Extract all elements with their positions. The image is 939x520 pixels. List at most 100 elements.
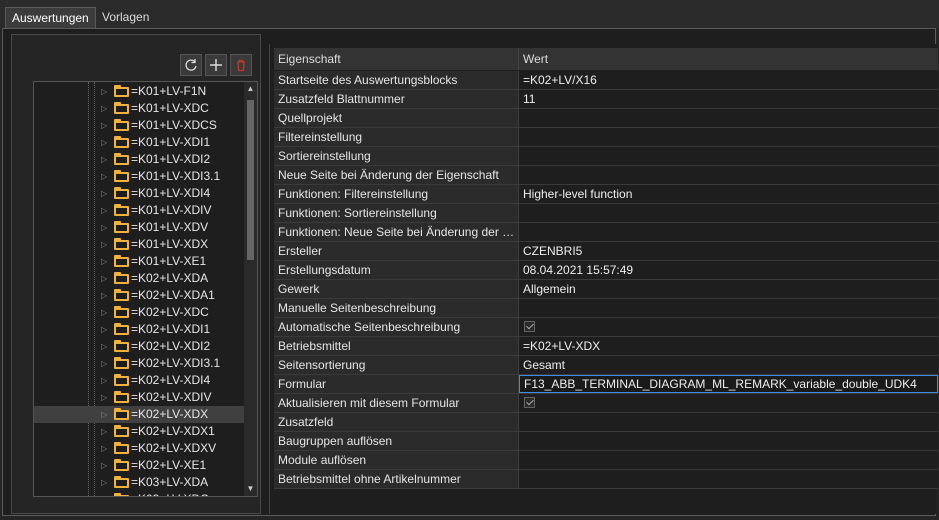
expand-arrow-icon[interactable]: ▷: [101, 236, 107, 253]
checkbox-checked[interactable]: [524, 397, 535, 408]
property-value[interactable]: 11: [519, 90, 938, 108]
add-button[interactable]: [205, 54, 227, 76]
expand-arrow-icon[interactable]: ▷: [101, 185, 107, 202]
tree-item[interactable]: ▷ =K03+LV-XDA: [34, 474, 246, 491]
property-row[interactable]: Baugruppen auflösen: [274, 432, 938, 451]
expand-arrow-icon[interactable]: ▷: [101, 355, 107, 372]
property-value[interactable]: [519, 432, 938, 450]
scroll-down-icon[interactable]: ▼: [244, 482, 257, 496]
checkbox-checked[interactable]: [524, 321, 535, 332]
property-row[interactable]: Manuelle Seitenbeschreibung: [274, 299, 938, 318]
tree-item[interactable]: ▷ =K01+LV-XDI2: [34, 151, 246, 168]
expand-arrow-icon[interactable]: ▷: [101, 202, 107, 219]
expand-arrow-icon[interactable]: ▷: [101, 270, 107, 287]
property-value[interactable]: [519, 223, 938, 241]
tree-item[interactable]: ▷ =K02+LV-XDA: [34, 270, 246, 287]
property-row[interactable]: Erstellungsdatum 08.04.2021 15:57:49: [274, 261, 938, 280]
property-value[interactable]: =K02+LV-XDX: [519, 337, 938, 355]
expand-arrow-icon[interactable]: ▷: [101, 83, 107, 100]
property-value[interactable]: [519, 204, 938, 222]
tree-item[interactable]: ▷ =K02+LV-XDA1: [34, 287, 246, 304]
tree-item[interactable]: ▷ =K02+LV-XDC: [34, 304, 246, 321]
tree-item[interactable]: ▷ =K02+LV-XDI4: [34, 372, 246, 389]
property-row[interactable]: Funktionen: Sortiereinstellung: [274, 204, 938, 223]
property-row[interactable]: Gewerk Allgemein: [274, 280, 938, 299]
property-row[interactable]: Neue Seite bei Änderung der Eigenschaft: [274, 166, 938, 185]
expand-arrow-icon[interactable]: ▷: [101, 440, 107, 457]
property-value[interactable]: [519, 470, 938, 488]
property-value[interactable]: [519, 299, 938, 317]
property-value[interactable]: [519, 413, 938, 431]
tree-item[interactable]: ▷ =K01+LV-XDC: [34, 100, 246, 117]
delete-button[interactable]: [230, 54, 252, 76]
scrollbar-thumb[interactable]: [247, 100, 254, 260]
property-row[interactable]: Funktionen: Neue Seite bei Änderung der …: [274, 223, 938, 242]
expand-arrow-icon[interactable]: ▷: [101, 423, 107, 440]
expand-arrow-icon[interactable]: ▷: [101, 372, 107, 389]
expand-arrow-icon[interactable]: ▷: [101, 338, 107, 355]
expand-arrow-icon[interactable]: ▷: [101, 134, 107, 151]
property-row[interactable]: Betriebsmittel =K02+LV-XDX: [274, 337, 938, 356]
tree-item[interactable]: ▷ =K01+LV-XDI4: [34, 185, 246, 202]
property-value[interactable]: Gesamt: [519, 356, 938, 374]
expand-arrow-icon[interactable]: ▷: [101, 287, 107, 304]
expand-arrow-icon[interactable]: ▷: [101, 117, 107, 134]
property-row[interactable]: Sortiereinstellung: [274, 147, 938, 166]
tree-item[interactable]: ▷ =K01+LV-XDIV: [34, 202, 246, 219]
expand-arrow-icon[interactable]: ▷: [101, 406, 107, 423]
property-row[interactable]: Betriebsmittel ohne Artikelnummer: [274, 470, 938, 489]
tab-vorlagen[interactable]: Vorlagen: [96, 7, 155, 27]
property-value[interactable]: CZENBRI5: [519, 242, 938, 260]
tree-item[interactable]: ▷ =K01+LV-XDI1: [34, 134, 246, 151]
property-value[interactable]: [519, 166, 938, 184]
property-value[interactable]: [519, 128, 938, 146]
property-value[interactable]: [519, 394, 938, 412]
tree-item[interactable]: ▷ =K02+LV-XDX: [34, 406, 246, 423]
property-value[interactable]: [519, 109, 938, 127]
expand-arrow-icon[interactable]: ▷: [101, 457, 107, 474]
expand-arrow-icon[interactable]: ▷: [101, 100, 107, 117]
property-value[interactable]: F13_ABB_TERMINAL_DIAGRAM_ML_REMARK_varia…: [519, 375, 938, 393]
property-row[interactable]: Filtereinstellung: [274, 128, 938, 147]
tree-item[interactable]: ▷ =K01+LV-XDX: [34, 236, 246, 253]
tree-scrollbar[interactable]: ▲ ▼: [244, 82, 257, 496]
tree-item[interactable]: ▷ =K02+LV-XDI1: [34, 321, 246, 338]
tree-item[interactable]: ▷ =K01+LV-XDCS: [34, 117, 246, 134]
property-row[interactable]: Seitensortierung Gesamt: [274, 356, 938, 375]
refresh-button[interactable]: [180, 54, 202, 76]
expand-arrow-icon[interactable]: ▷: [101, 321, 107, 338]
tab-auswertungen[interactable]: Auswertungen: [5, 7, 96, 28]
property-row[interactable]: Automatische Seitenbeschreibung: [274, 318, 938, 337]
tree-item[interactable]: ▷ =K01+LV-XDV: [34, 219, 246, 236]
tree-item[interactable]: ▷ =K01+LV-XE1: [34, 253, 246, 270]
expand-arrow-icon[interactable]: ▷: [101, 491, 107, 496]
expand-arrow-icon[interactable]: ▷: [101, 389, 107, 406]
expand-arrow-icon[interactable]: ▷: [101, 474, 107, 491]
expand-arrow-icon[interactable]: ▷: [101, 219, 107, 236]
property-value[interactable]: 08.04.2021 15:57:49: [519, 261, 938, 279]
expand-arrow-icon[interactable]: ▷: [101, 253, 107, 270]
tree-item[interactable]: ▷ =K02+LV-XDI3.1: [34, 355, 246, 372]
tree-item[interactable]: ▷ =K01+LV-F1N: [34, 83, 246, 100]
tree-item[interactable]: ▷ =K02+LV-XDXV: [34, 440, 246, 457]
property-row[interactable]: Module auflösen: [274, 451, 938, 470]
property-row[interactable]: Zusatzfeld Blattnummer 11: [274, 90, 938, 109]
property-row[interactable]: Zusatzfeld: [274, 413, 938, 432]
tree-item[interactable]: ▷ =K02+LV-XE1: [34, 457, 246, 474]
property-row[interactable]: Aktualisieren mit diesem Formular: [274, 394, 938, 413]
tree-item[interactable]: ▷ =K03+LV-XDC: [34, 491, 246, 496]
expand-arrow-icon[interactable]: ▷: [101, 304, 107, 321]
property-value[interactable]: [519, 451, 938, 469]
property-value[interactable]: [519, 318, 938, 336]
property-row[interactable]: Formular F13_ABB_TERMINAL_DIAGRAM_ML_REMA…: [274, 375, 938, 394]
property-row[interactable]: Ersteller CZENBRI5: [274, 242, 938, 261]
expand-arrow-icon[interactable]: ▷: [101, 168, 107, 185]
property-row[interactable]: Quellprojekt: [274, 109, 938, 128]
tree-item[interactable]: ▷ =K01+LV-XDI3.1: [34, 168, 246, 185]
tree-item[interactable]: ▷ =K02+LV-XDX1: [34, 423, 246, 440]
property-value[interactable]: =K02+LV/X16: [519, 71, 938, 89]
property-value[interactable]: Higher-level function: [519, 185, 938, 203]
property-value[interactable]: [519, 147, 938, 165]
tree-item[interactable]: ▷ =K02+LV-XDI2: [34, 338, 246, 355]
scroll-up-icon[interactable]: ▲: [244, 82, 257, 96]
